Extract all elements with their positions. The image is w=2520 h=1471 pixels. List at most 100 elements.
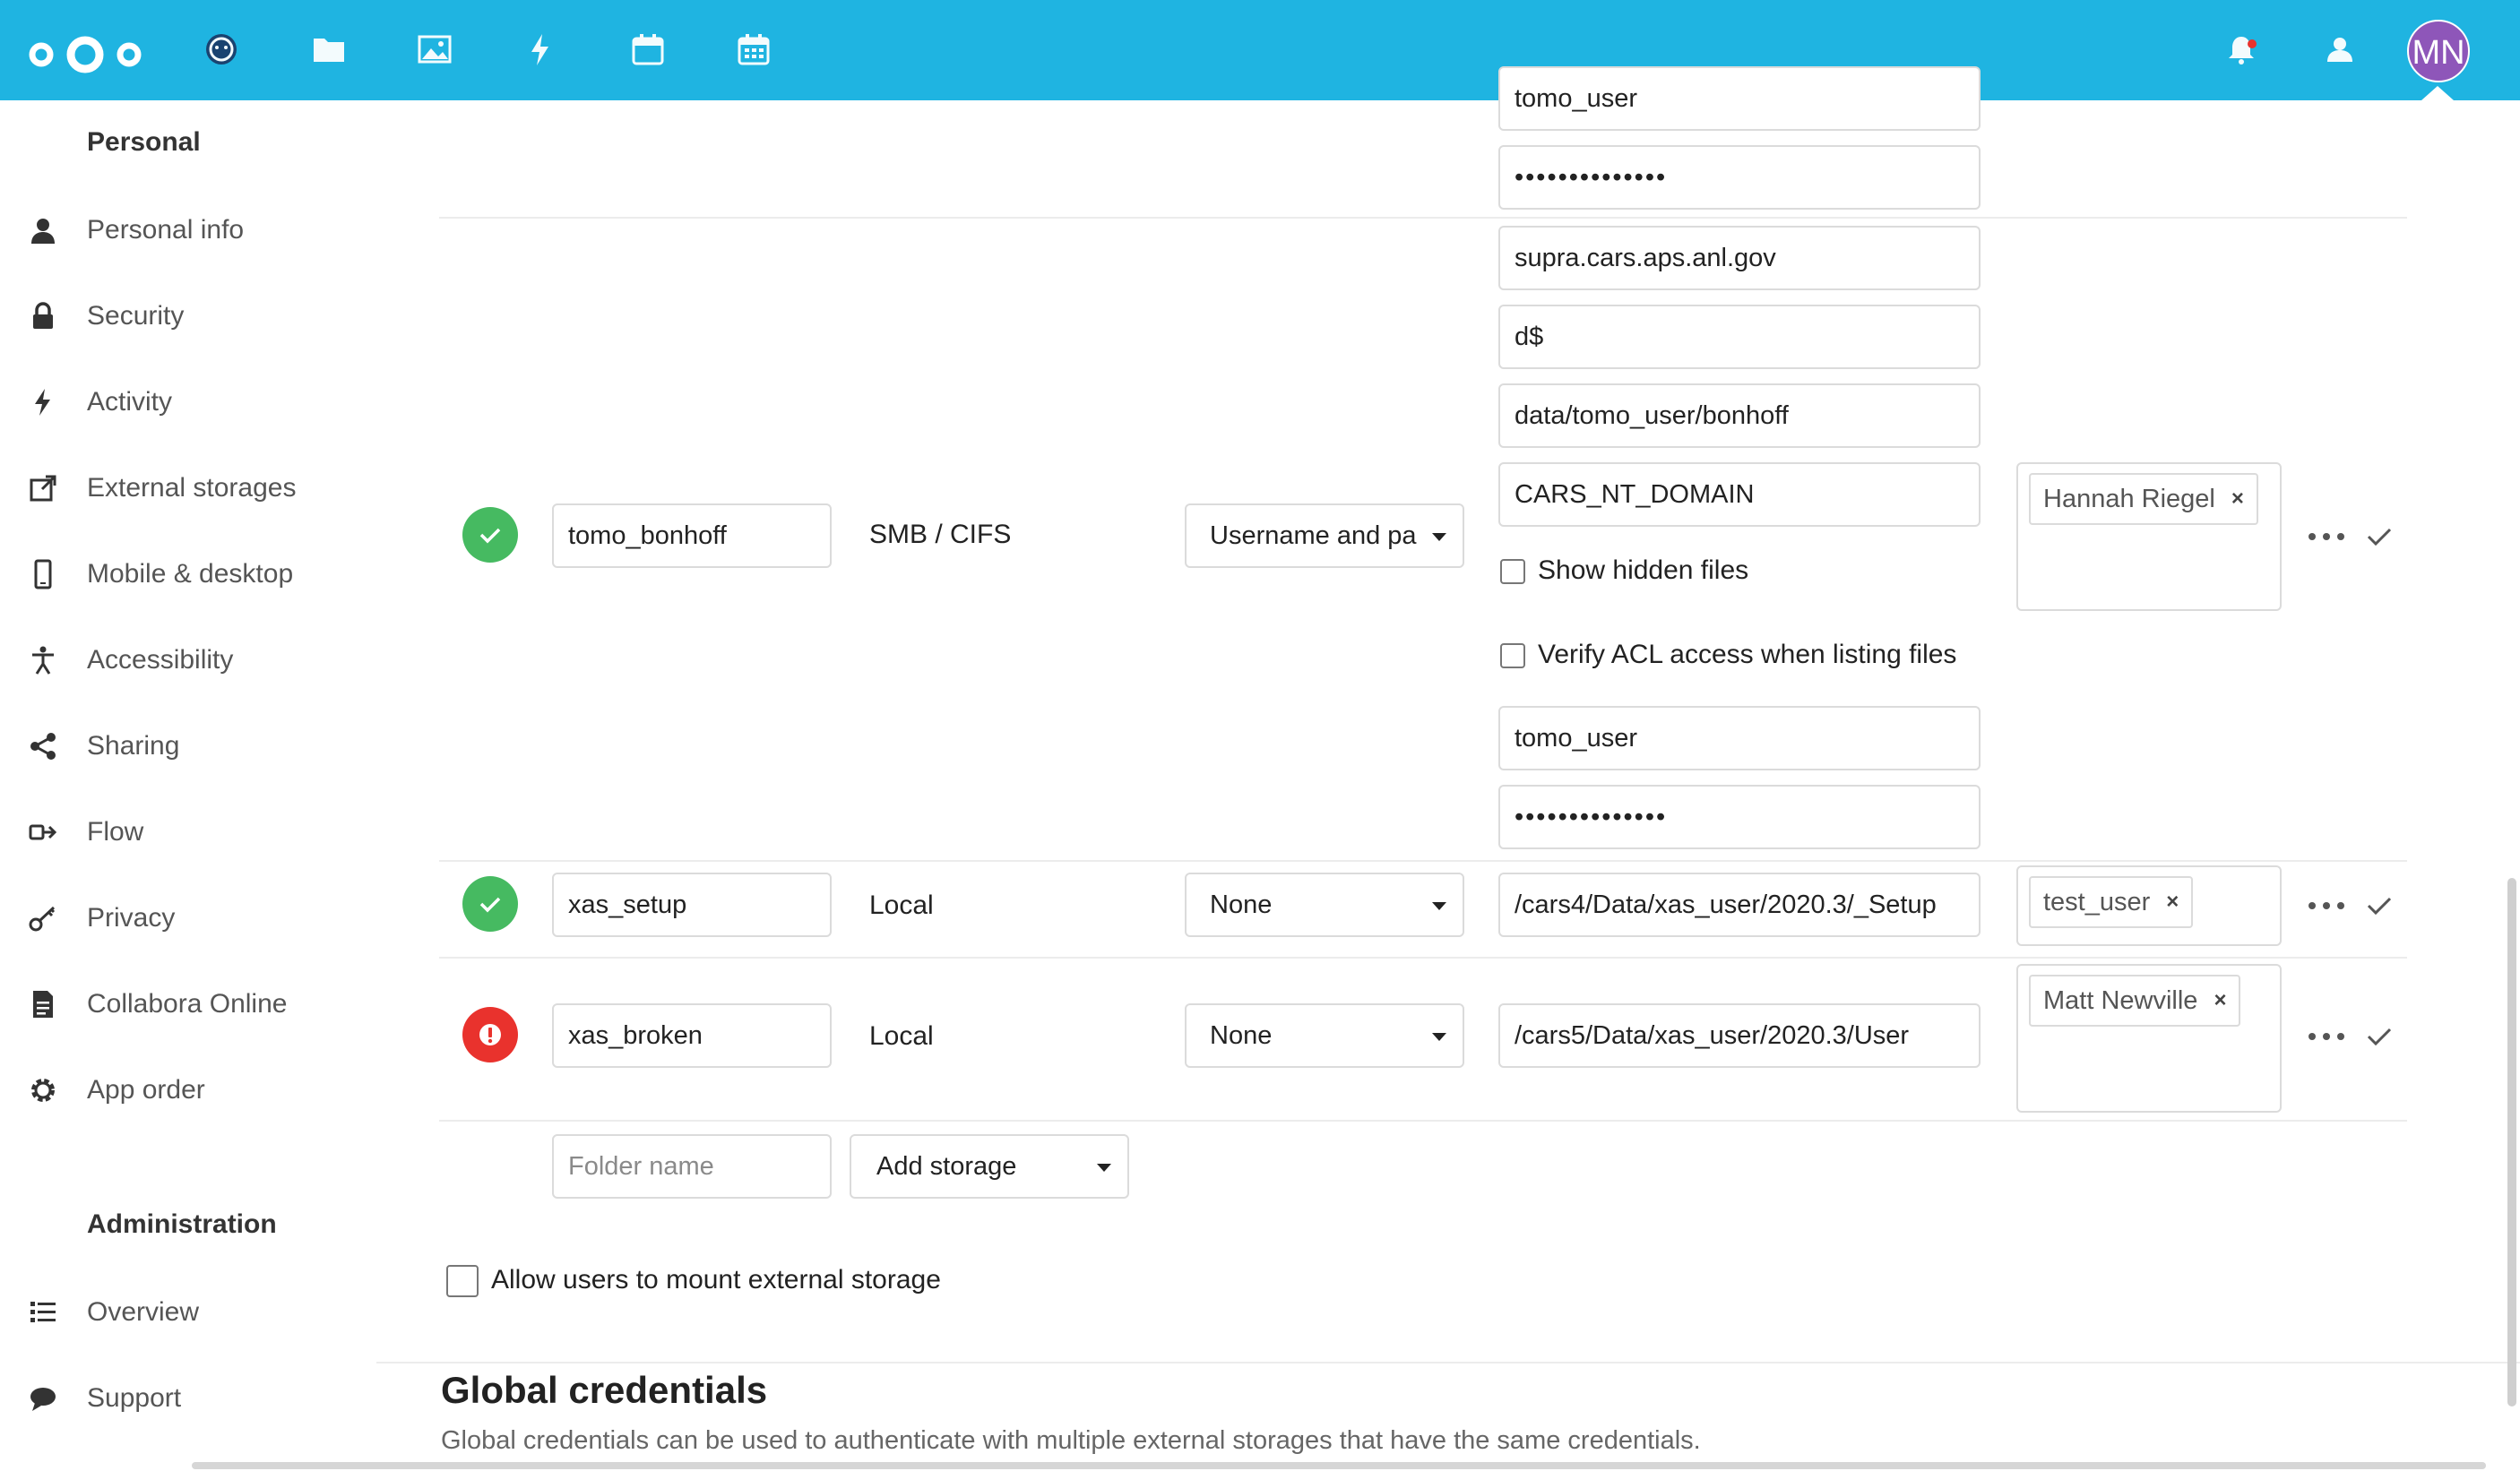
row-divider: [439, 1120, 2407, 1122]
sidebar-item-label: Activity: [87, 387, 173, 417]
sidebar-item-flow[interactable]: Flow: [0, 801, 376, 864]
remote-subfolder-input[interactable]: data/tomo_user/bonhoff: [1498, 383, 1981, 448]
auth-select[interactable]: None: [1185, 1003, 1464, 1068]
show-hidden-label: Show hidden files: [1538, 555, 1749, 585]
allow-mount-label: Allow users to mount external storage: [491, 1265, 941, 1295]
user-avatar[interactable]: MN: [2407, 20, 2470, 82]
location-input[interactable]: /cars4/Data/xas_user/2020.3/_Setup: [1498, 873, 1981, 937]
horizontal-scrollbar[interactable]: [192, 1462, 2486, 1469]
applicable-user-chip: test_user ×: [2029, 876, 2194, 928]
sidebar-item-collabora[interactable]: Collabora Online: [0, 973, 376, 1036]
external-link-icon: [25, 470, 61, 506]
sidebar-item-label: External storages: [87, 473, 297, 503]
sidebar-item-sharing[interactable]: Sharing: [0, 715, 376, 778]
username-input[interactable]: tomo_user: [1498, 706, 1981, 770]
more-options-icon[interactable]: [2309, 892, 2344, 919]
applicable-users-box[interactable]: Matt Newville ×: [2016, 964, 2282, 1113]
dashboard-icon[interactable]: [201, 29, 242, 70]
accessibility-icon: [25, 642, 61, 678]
administration-heading: Administration: [87, 1209, 277, 1239]
dropdown-arrow-icon: [1432, 902, 1446, 910]
key-icon: [25, 900, 61, 936]
location-input[interactable]: /cars5/Data/xas_user/2020.3/User: [1498, 1003, 1981, 1068]
sidebar-item-label: Sharing: [87, 731, 180, 761]
sidebar-item-external-storages[interactable]: External storages: [0, 457, 376, 520]
folder-name-input[interactable]: xas_setup: [552, 873, 832, 937]
nextcloud-logo[interactable]: [23, 34, 147, 75]
sidebar-item-overview[interactable]: Overview: [0, 1281, 376, 1344]
host-input[interactable]: supra.cars.aps.anl.gov: [1498, 226, 1981, 290]
status-error-icon[interactable]: [462, 1007, 518, 1062]
external-storages-content: tomo_user •••••••••••••• tomo_bonhoff SM…: [376, 66, 2520, 1471]
verify-acl-checkbox[interactable]: [1500, 643, 1525, 668]
sidebar-item-label: Accessibility: [87, 645, 234, 675]
settings-sidebar: Personal Personal info Security Activity…: [0, 100, 376, 1471]
vertical-scrollbar[interactable]: [2507, 878, 2516, 1406]
verify-acl-label: Verify ACL access when listing files: [1538, 640, 1957, 669]
row-divider: [439, 217, 2407, 219]
global-credentials-description: Global credentials can be used to authen…: [441, 1426, 1701, 1455]
row-divider: [439, 860, 2407, 862]
contacts-icon[interactable]: [2319, 29, 2360, 70]
status-ok-icon[interactable]: [462, 876, 518, 932]
auth-select[interactable]: None: [1185, 873, 1464, 937]
deck-icon[interactable]: [733, 29, 774, 70]
sidebar-item-activity[interactable]: Activity: [0, 371, 376, 434]
folder-name-input[interactable]: xas_broken: [552, 1003, 832, 1068]
dropdown-arrow-icon: [1432, 533, 1446, 541]
save-check-icon[interactable]: [2364, 521, 2395, 552]
sidebar-item-accessibility[interactable]: Accessibility: [0, 629, 376, 692]
notifications-icon[interactable]: [2221, 29, 2262, 70]
sidebar-item-personal-info[interactable]: Personal info: [0, 199, 376, 262]
show-hidden-checkbox[interactable]: [1500, 559, 1525, 584]
lock-icon: [25, 298, 61, 334]
speech-bubble-icon: [25, 1381, 61, 1416]
list-icon: [25, 1295, 61, 1330]
dropdown-arrow-icon: [1097, 1164, 1111, 1172]
calendar-icon[interactable]: [627, 29, 669, 70]
domain-input[interactable]: CARS_NT_DOMAIN: [1498, 462, 1981, 527]
sidebar-item-label: Overview: [87, 1297, 200, 1327]
sidebar-item-label: Collabora Online: [87, 989, 288, 1019]
password-input[interactable]: ••••••••••••••: [1498, 785, 1981, 849]
status-ok-icon[interactable]: [462, 507, 518, 563]
allow-mount-checkbox[interactable]: [446, 1265, 479, 1297]
applicable-users-box[interactable]: test_user ×: [2016, 865, 2282, 946]
more-options-icon[interactable]: [2309, 523, 2344, 550]
auth-select-value: Username and pa: [1210, 520, 1417, 550]
sidebar-item-security[interactable]: Security: [0, 285, 376, 348]
files-icon[interactable]: [308, 29, 350, 70]
sidebar-item-mobile-desktop[interactable]: Mobile & desktop: [0, 543, 376, 606]
flow-icon: [25, 814, 61, 850]
save-check-icon[interactable]: [2364, 890, 2395, 921]
notification-badge: [2248, 39, 2257, 48]
activity-icon[interactable]: [520, 29, 561, 70]
remove-chip-icon[interactable]: ×: [2231, 486, 2244, 512]
more-options-icon[interactable]: [2309, 1023, 2344, 1050]
new-folder-name-input[interactable]: Folder name: [552, 1134, 832, 1199]
folder-name-input[interactable]: tomo_bonhoff: [552, 503, 832, 568]
remove-chip-icon[interactable]: ×: [2166, 890, 2179, 915]
backend-label: SMB / CIFS: [869, 520, 1012, 549]
personal-heading: Personal: [87, 127, 201, 157]
applicable-user-chip: Hannah Riegel ×: [2029, 473, 2258, 525]
photos-icon[interactable]: [414, 29, 455, 70]
sidebar-item-label: Mobile & desktop: [87, 559, 294, 589]
sidebar-item-label: Security: [87, 301, 185, 331]
save-check-icon[interactable]: [2364, 1021, 2395, 1052]
add-storage-select[interactable]: Add storage: [850, 1134, 1129, 1199]
remove-chip-icon[interactable]: ×: [2214, 988, 2226, 1013]
document-icon: [25, 986, 61, 1022]
applicable-users-box[interactable]: Hannah Riegel ×: [2016, 462, 2282, 611]
share-icon: [25, 728, 61, 764]
sidebar-item-privacy[interactable]: Privacy: [0, 887, 376, 950]
prev-username-field[interactable]: tomo_user: [1498, 66, 1981, 131]
share-input[interactable]: d$: [1498, 305, 1981, 369]
activity-icon: [25, 384, 61, 420]
sidebar-item-app-order[interactable]: App order: [0, 1059, 376, 1122]
sidebar-item-support[interactable]: Support: [0, 1367, 376, 1430]
prev-password-field[interactable]: ••••••••••••••: [1498, 145, 1981, 210]
backend-label: Local: [869, 1021, 934, 1051]
chip-label: test_user: [2043, 887, 2151, 916]
auth-select[interactable]: Username and pa: [1185, 503, 1464, 568]
